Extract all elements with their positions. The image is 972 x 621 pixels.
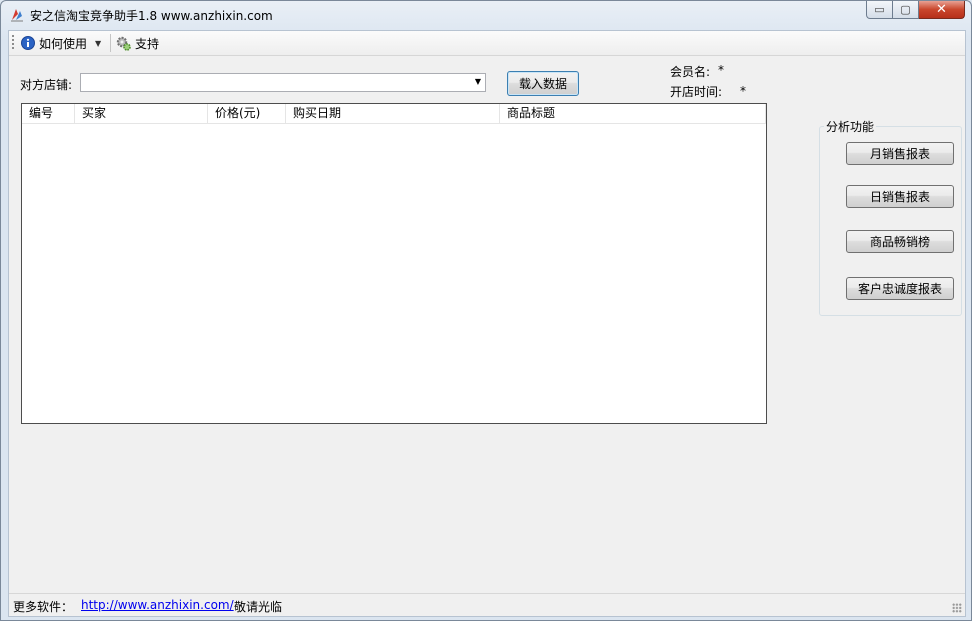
bestseller-ranking-button[interactable]: 商品畅销榜 bbox=[846, 230, 954, 253]
sales-list[interactable]: 编号 买家 价格(元) 购买日期 商品标题 bbox=[21, 103, 767, 424]
window-title: 安之信淘宝竞争助手1.8 www.anzhixin.com bbox=[30, 9, 273, 23]
member-value: * bbox=[718, 63, 724, 77]
column-header-date[interactable]: 购买日期 bbox=[286, 104, 500, 123]
shop-combobox[interactable]: ▼ bbox=[80, 73, 486, 92]
column-header-buyer[interactable]: 买家 bbox=[75, 104, 208, 123]
toolbar-grip[interactable] bbox=[12, 35, 14, 51]
caption-buttons: ▭ ▢ ✕ bbox=[866, 1, 965, 21]
shop-label: 对方店铺: bbox=[20, 78, 73, 92]
info-icon bbox=[21, 36, 35, 50]
member-label: 会员名: bbox=[670, 65, 711, 79]
monthly-sales-report-button[interactable]: 月销售报表 bbox=[846, 142, 954, 165]
column-header-price[interactable]: 价格(元) bbox=[208, 104, 286, 123]
chevron-down-icon: ▼ bbox=[95, 38, 102, 48]
minimize-button[interactable]: ▭ bbox=[866, 1, 893, 19]
chevron-down-icon: ▼ bbox=[474, 77, 481, 86]
open-time-value: * bbox=[740, 84, 746, 98]
column-header-id[interactable]: 编号 bbox=[22, 104, 75, 123]
maximize-button[interactable]: ▢ bbox=[893, 1, 919, 19]
support-button[interactable]: 支持 bbox=[116, 34, 159, 52]
app-logo-icon bbox=[11, 9, 23, 22]
close-icon: ✕ bbox=[936, 2, 947, 17]
help-menu-button[interactable]: 如何使用 ▼ bbox=[21, 34, 101, 52]
status-bar: 更多软件： http://www.anzhixin.com/ 敬请光临 bbox=[9, 593, 965, 616]
open-time-label: 开店时间: bbox=[670, 85, 723, 99]
app-window: 安之信淘宝竞争助手1.8 www.anzhixin.com ▭ ▢ ✕ 如何使用… bbox=[0, 0, 972, 621]
toolbar: 如何使用 ▼ 支持 bbox=[9, 31, 965, 56]
minimize-icon: ▭ bbox=[874, 3, 885, 16]
customer-loyalty-report-button[interactable]: 客户忠诚度报表 bbox=[846, 277, 954, 300]
help-menu-label: 如何使用 bbox=[39, 36, 88, 51]
daily-sales-report-button[interactable]: 日销售报表 bbox=[846, 185, 954, 208]
maximize-icon: ▢ bbox=[900, 3, 911, 16]
support-label: 支持 bbox=[135, 36, 160, 51]
toolbar-separator bbox=[110, 34, 111, 52]
status-more-label: 更多软件： bbox=[13, 600, 74, 614]
analysis-group-title: 分析功能 bbox=[824, 118, 877, 135]
analysis-groupbox: 分析功能 月销售报表 日销售报表 商品畅销榜 客户忠诚度报表 bbox=[819, 118, 962, 316]
title-bar[interactable]: 安之信淘宝竞争助手1.8 www.anzhixin.com ▭ ▢ ✕ bbox=[1, 1, 971, 29]
website-link[interactable]: http://www.anzhixin.com/ bbox=[81, 598, 234, 612]
load-data-button[interactable]: 载入数据 bbox=[507, 71, 579, 96]
column-header-title[interactable]: 商品标题 bbox=[500, 104, 766, 123]
list-header: 编号 买家 价格(元) 购买日期 商品标题 bbox=[22, 104, 766, 124]
client-area: 如何使用 ▼ 支持 对方店铺: ▼ 载入数据 会员名: * 开店时间: * 编号… bbox=[8, 30, 966, 617]
resize-grip[interactable] bbox=[952, 603, 962, 613]
status-suffix: 敬请光临 bbox=[234, 600, 283, 614]
gears-icon bbox=[116, 36, 131, 51]
close-button[interactable]: ✕ bbox=[919, 1, 965, 19]
